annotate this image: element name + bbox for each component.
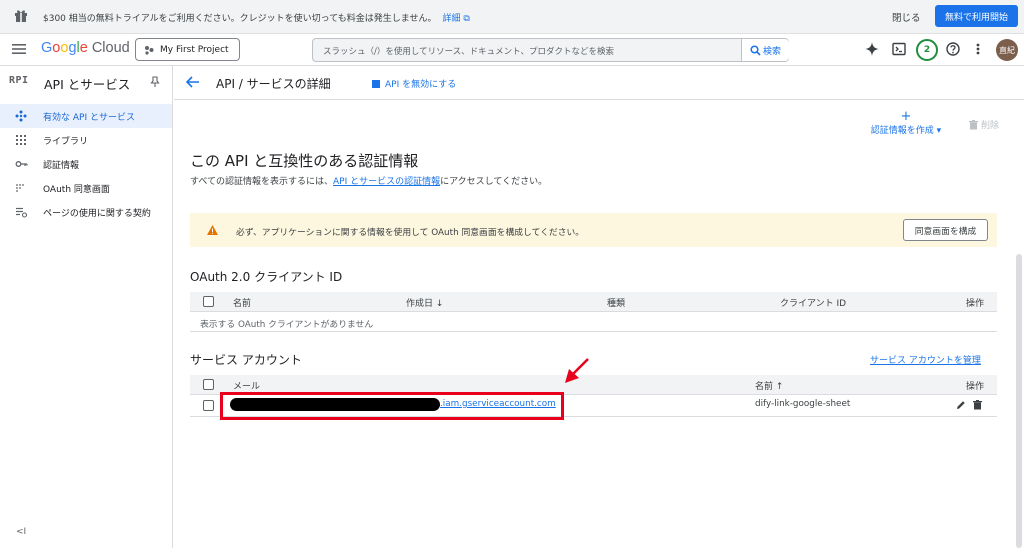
col-email[interactable]: メール — [233, 379, 260, 392]
sidebar-item-library[interactable]: ライブラリ — [0, 128, 172, 152]
row-checkbox[interactable] — [203, 400, 214, 411]
sidebar-title: API とサービス — [44, 77, 131, 92]
arrow-up-icon: ↑ — [775, 382, 784, 392]
trash-icon[interactable] — [973, 400, 982, 410]
warning-icon — [207, 225, 218, 235]
oauth-empty-row: 表示する OAuth クライアントがありません — [190, 312, 997, 332]
section-description: すべての認証情報を表示するには、API とサービスの認証情報にアクセスしてくださ… — [190, 177, 548, 187]
stop-square-icon — [372, 79, 380, 88]
details-link[interactable]: 詳細 ⧉ — [443, 14, 470, 24]
more-vert-icon[interactable] — [975, 42, 981, 56]
scrollbar[interactable] — [1016, 254, 1022, 548]
service-accounts-title: サービス アカウント — [190, 353, 302, 367]
highlight-box — [220, 392, 564, 420]
sidebar-header: RPI API とサービス — [0, 66, 173, 100]
hamburger-menu-icon[interactable] — [12, 43, 26, 55]
pin-icon[interactable] — [150, 76, 160, 88]
gemini-sparkle-icon[interactable] — [865, 42, 879, 56]
arrow-down-icon: ↓ — [435, 299, 444, 309]
library-grid-icon — [15, 134, 27, 146]
dropdown-caret-icon: ▾ — [936, 126, 942, 136]
page-title: API / サービスの詳細 — [216, 77, 331, 91]
service-account-name: dify-link-google-sheet — [755, 399, 851, 409]
promo-message: $300 相当の無料トライアルをご利用ください。クレジットを使い切っても料金は発… — [43, 14, 470, 24]
search-input[interactable]: スラッシュ（/）を使用してリソース、ドキュメント、プロダクトなどを検索 — [323, 45, 614, 57]
close-promo-button[interactable]: 閉じる — [892, 10, 921, 24]
col-actions: 操作 — [966, 299, 985, 309]
back-arrow-icon[interactable] — [186, 76, 200, 88]
col-name[interactable]: 名前 — [233, 296, 251, 309]
project-name: My First Project — [160, 44, 229, 55]
api-diamond-icon — [15, 110, 27, 122]
project-picker[interactable]: My First Project — [135, 38, 240, 61]
notifications-badge[interactable]: 2 — [916, 39, 938, 61]
oauth-section-title: OAuth 2.0 クライアント ID — [190, 270, 343, 284]
sidebar-item-credentials[interactable]: 認証情報 — [0, 152, 172, 176]
collapse-sidebar-button[interactable]: <I — [16, 527, 26, 537]
col-created[interactable]: 作成日 ↓ — [406, 296, 443, 309]
search-button[interactable]: 検索 — [741, 39, 789, 61]
search-icon — [750, 44, 761, 56]
sidebar: RPI API とサービス 有効な API とサービス ライブラリ 認証情報 O… — [0, 66, 173, 548]
col-sa-name[interactable]: 名前 ↑ — [755, 379, 783, 392]
trash-icon — [969, 119, 978, 130]
consent-icon — [15, 182, 27, 194]
google-cloud-logo[interactable]: Google Cloud — [41, 40, 130, 56]
plus-icon: + — [900, 109, 912, 124]
avatar[interactable]: 直紀 — [996, 39, 1018, 61]
search-bar[interactable]: スラッシュ（/）を使用してリソース、ドキュメント、プロダクトなどを検索 検索 — [312, 38, 789, 62]
select-all-checkbox[interactable] — [203, 296, 214, 307]
api-logo-icon: RPI — [9, 75, 29, 86]
oauth-table-header: 名前 作成日 ↓ 種類 クライアント ID 操作 — [190, 292, 997, 312]
warning-banner: 必ず、アプリケーションに関する情報を使用して OAuth 同意画面を構成してくだ… — [190, 213, 997, 247]
project-icon — [144, 45, 154, 55]
sidebar-item-page-usage[interactable]: ページの使用に関する契約 — [0, 200, 172, 224]
delete-button[interactable]: 削除 — [969, 118, 999, 131]
sa-select-all-checkbox[interactable] — [203, 379, 214, 390]
top-bar: Google Cloud My First Project スラッシュ（/）を使用… — [0, 34, 1024, 66]
edit-pencil-icon[interactable] — [956, 400, 966, 410]
help-icon[interactable] — [946, 42, 960, 56]
col-sa-actions: 操作 — [966, 382, 985, 392]
credentials-link[interactable]: API とサービスの認証情報 — [333, 177, 440, 187]
warning-text: 必ず、アプリケーションに関する情報を使用して OAuth 同意画面を構成してくだ… — [236, 228, 585, 238]
sidebar-item-oauth-consent[interactable]: OAuth 同意画面 — [0, 176, 172, 200]
promo-banner: $300 相当の無料トライアルをご利用ください。クレジットを使い切っても料金は発… — [0, 0, 1024, 34]
configure-consent-button[interactable]: 同意画面を構成 — [903, 219, 988, 241]
section-title: この API と互換性のある認証情報 — [190, 152, 419, 170]
manage-service-accounts-link[interactable]: サービス アカウントを管理 — [870, 353, 981, 366]
annotation-arrow-icon — [561, 356, 591, 386]
disable-api-button[interactable]: API を無効にする — [372, 77, 456, 90]
col-type[interactable]: 種類 — [607, 296, 625, 309]
cloud-shell-icon[interactable] — [892, 42, 906, 56]
page-header: API / サービスの詳細 API を無効にする — [174, 66, 1024, 100]
create-credentials-button[interactable]: + 認証情報を作成 ▾ — [867, 109, 945, 136]
gift-icon — [14, 9, 28, 23]
sidebar-item-enabled-apis[interactable]: 有効な API とサービス — [0, 104, 172, 128]
key-icon — [15, 158, 28, 170]
start-free-button[interactable]: 無料で利用開始 — [935, 5, 1018, 27]
col-client-id[interactable]: クライアント ID — [780, 296, 846, 309]
settings-list-icon — [15, 206, 28, 218]
